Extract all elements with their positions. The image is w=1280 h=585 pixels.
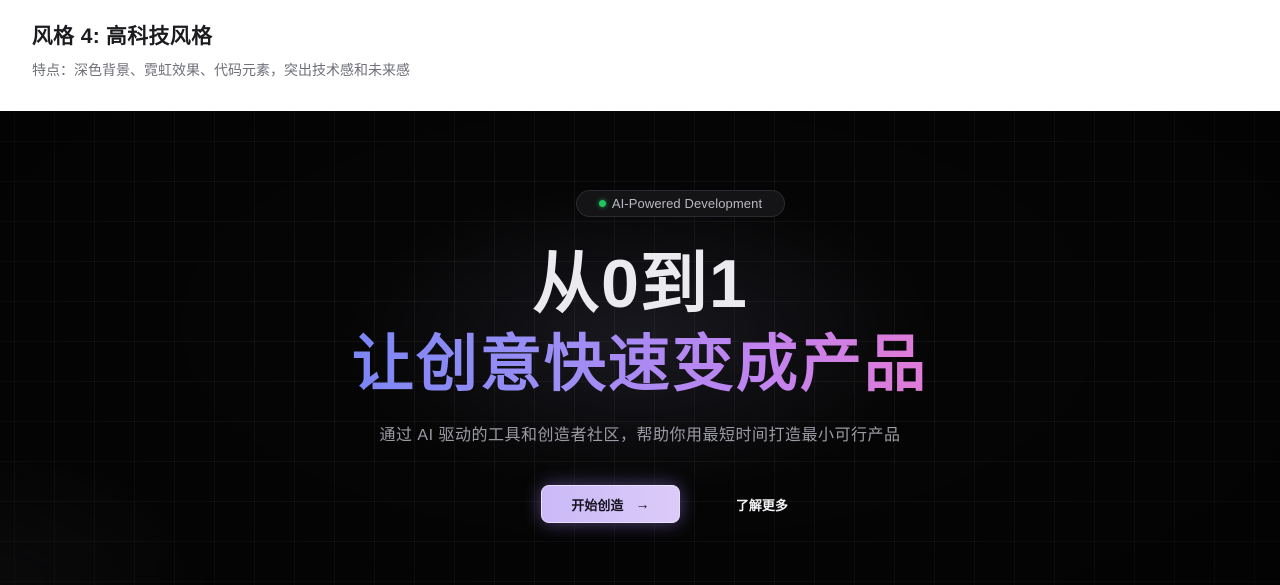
hero-gradient-title-text: 让创意快速变成产品 xyxy=(351,330,928,399)
hero-gradient-title: 让创意快速变成产品 xyxy=(0,330,1280,400)
ai-badge: AI-Powered Development xyxy=(576,190,785,217)
learn-more-label: 了解更多 xyxy=(735,497,788,513)
hero-title: 从0到1 xyxy=(532,246,748,322)
start-creating-label: 开始创造 xyxy=(571,497,624,513)
arrow-right-icon: → xyxy=(635,496,650,512)
hero-section: AI-Powered Development 从0到1 让创意快速变成产品 通过… xyxy=(0,111,1280,585)
hero-description: 通过 AI 驱动的工具和创造者社区，帮助你用最短时间打造最小可行产品 xyxy=(379,427,901,444)
style-title: 风格 4: 高科技风格 xyxy=(32,25,213,48)
status-dot-icon xyxy=(598,200,606,207)
style-description: 特点：深色背景、霓虹效果、代码元素，突出技术感和未来感 xyxy=(32,62,410,78)
badge-label: AI-Powered Development xyxy=(611,196,763,211)
start-creating-button[interactable]: 开始创造 → xyxy=(541,485,680,523)
learn-more-button[interactable]: 了解更多 xyxy=(718,485,806,523)
style-header: 风格 4: 高科技风格 特点：深色背景、霓虹效果、代码元素，突出技术感和未来感 xyxy=(0,0,1280,111)
